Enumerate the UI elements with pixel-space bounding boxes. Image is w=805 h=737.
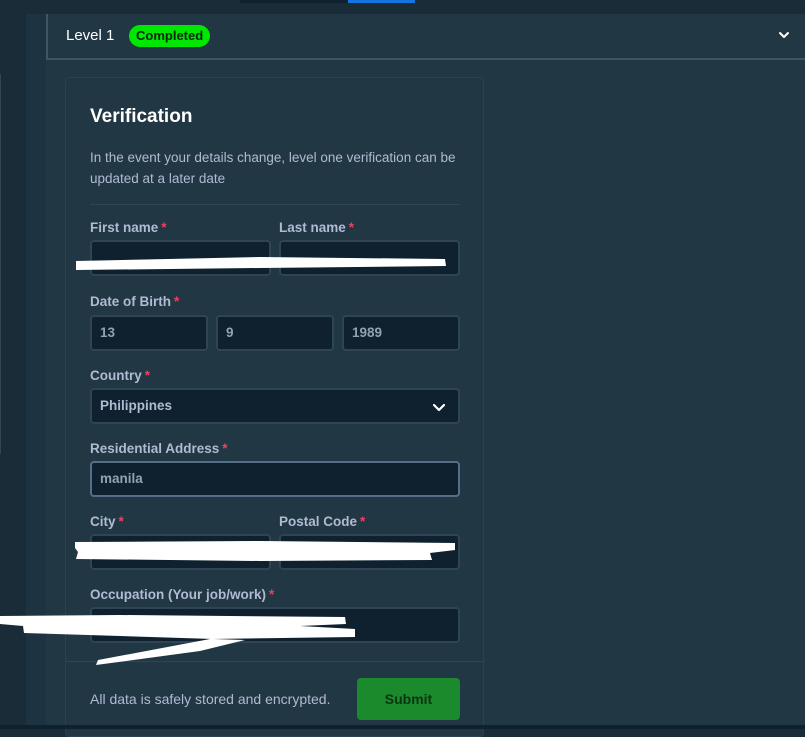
page-title: Verification bbox=[90, 106, 193, 127]
country-value: Philippines bbox=[100, 398, 173, 413]
city-field[interactable] bbox=[90, 534, 271, 570]
top-tab-active[interactable] bbox=[348, 0, 415, 3]
required-marker: * bbox=[222, 441, 228, 456]
dob-label: Date of Birth * bbox=[90, 294, 180, 309]
required-marker: * bbox=[269, 587, 275, 602]
country-label: Country * bbox=[90, 368, 151, 383]
required-marker: * bbox=[118, 514, 124, 529]
bottom-bar bbox=[0, 725, 805, 729]
postal-code-field[interactable] bbox=[279, 534, 460, 570]
submit-button[interactable]: Submit bbox=[357, 678, 460, 720]
first-name-field[interactable] bbox=[90, 240, 271, 276]
security-note: All data is safely stored and encrypted. bbox=[90, 691, 331, 707]
level-1-accordion-header[interactable]: Level 1 Completed bbox=[46, 14, 805, 60]
verification-description: In the event your details change, level … bbox=[90, 150, 456, 186]
level-title: Level 1 bbox=[66, 27, 115, 44]
required-marker: * bbox=[161, 220, 167, 235]
dob-day-field[interactable]: 13 bbox=[90, 315, 208, 351]
dob-year-field[interactable]: 1989 bbox=[342, 315, 460, 351]
occupation-field[interactable] bbox=[90, 607, 460, 643]
address-label: Residential Address * bbox=[90, 441, 228, 456]
required-marker: * bbox=[174, 294, 180, 309]
rail-divider bbox=[0, 74, 1, 454]
country-select[interactable]: Philippines bbox=[90, 388, 460, 424]
top-tab[interactable] bbox=[240, 0, 348, 3]
status-badge: Completed bbox=[129, 25, 211, 47]
verification-card: Verification In the event your details c… bbox=[65, 77, 485, 737]
city-label: City * bbox=[90, 514, 124, 529]
left-rail bbox=[0, 14, 26, 729]
last-name-field[interactable] bbox=[279, 240, 460, 276]
first-name-label: First name * bbox=[90, 220, 167, 235]
occupation-label: Occupation (Your job/work) * bbox=[90, 587, 275, 602]
top-strip bbox=[0, 0, 805, 14]
divider bbox=[90, 204, 460, 205]
footer-divider bbox=[66, 661, 485, 662]
address-field[interactable]: manila bbox=[90, 461, 460, 497]
last-name-label: Last name * bbox=[279, 220, 355, 235]
required-marker: * bbox=[360, 514, 366, 529]
postal-code-label: Postal Code * bbox=[279, 514, 366, 529]
gutter bbox=[26, 14, 46, 729]
required-marker: * bbox=[144, 368, 151, 383]
dob-month-field[interactable]: 9 bbox=[216, 315, 334, 351]
chevron-down-icon bbox=[432, 403, 446, 412]
required-marker: * bbox=[348, 220, 355, 235]
chevron-down-icon[interactable] bbox=[777, 28, 791, 42]
